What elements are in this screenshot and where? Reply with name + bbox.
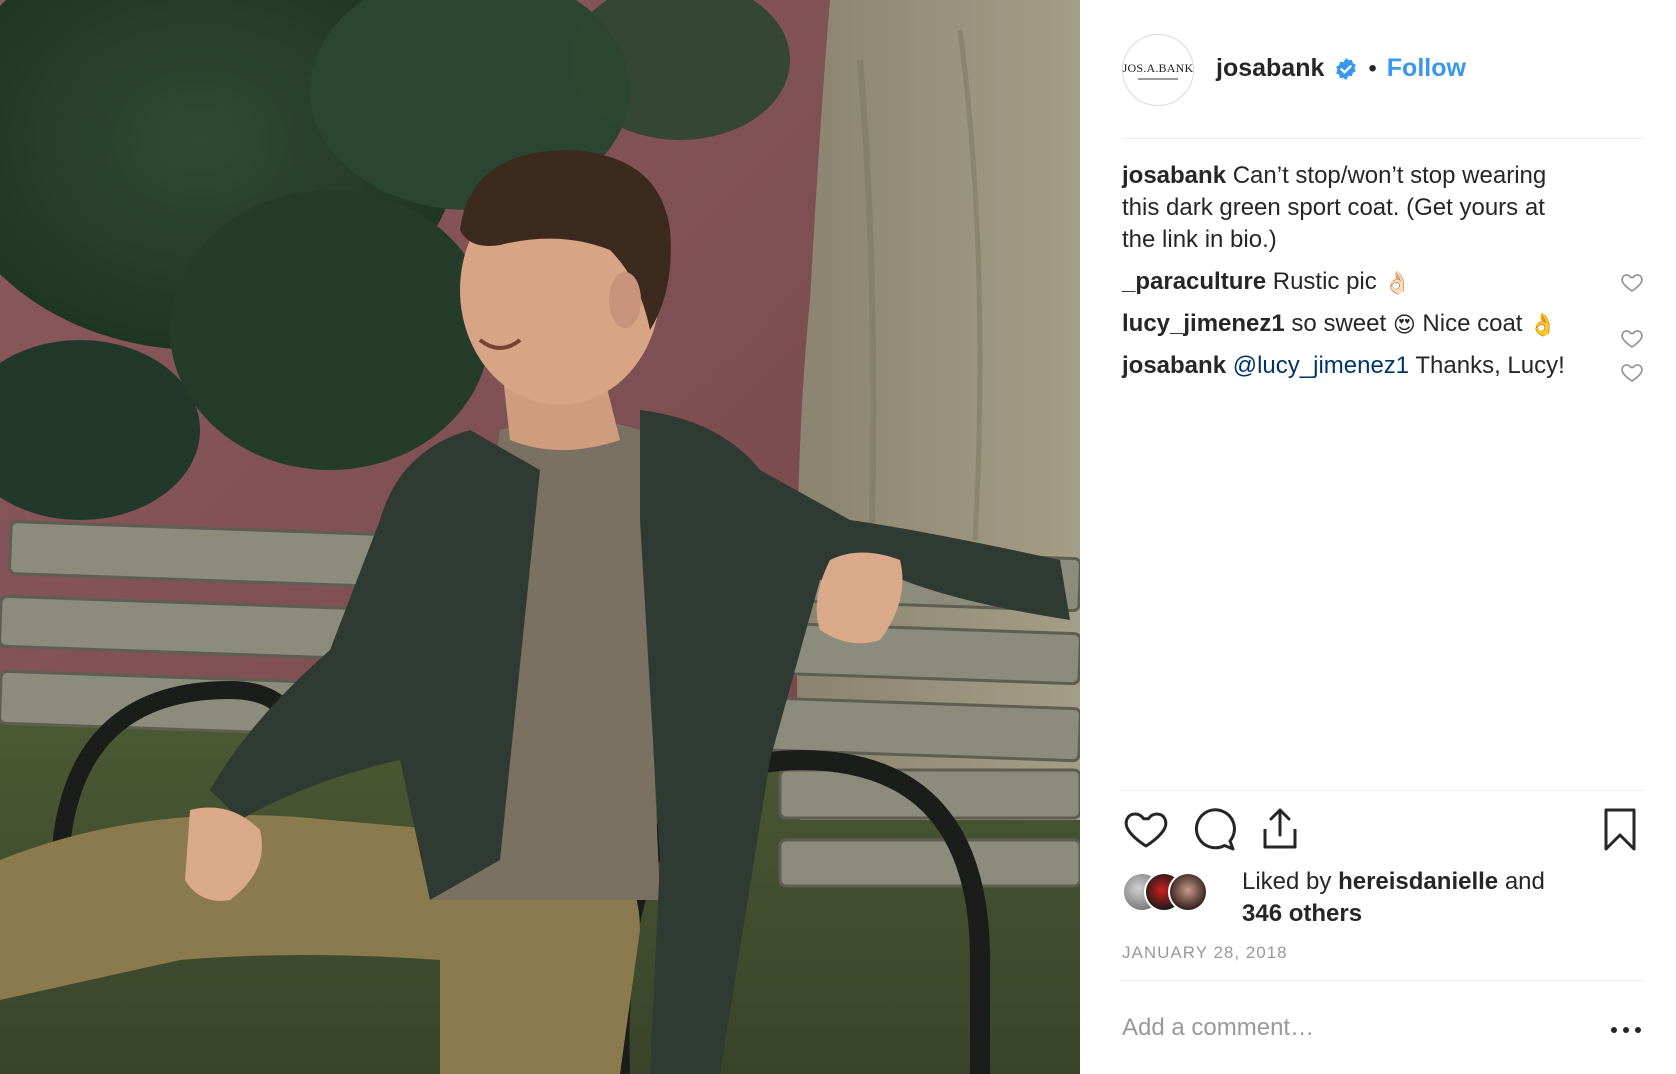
bookmark-icon[interactable] [1596,805,1644,853]
header-name-row: josabank • Follow [1216,54,1466,83]
liker-avatar[interactable] [1168,872,1208,912]
post-date[interactable]: JANUARY 28, 2018 [1122,943,1288,963]
comment-author[interactable]: _paraculture [1122,268,1266,295]
avatar-brand-tagline [1138,77,1178,80]
verified-badge-icon [1336,57,1357,80]
comment-text: so sweet [1291,310,1387,337]
ok-hand-emoji: 👌 [1529,311,1557,337]
comment-item: _paraculture Rustic pic 👌🏻 [1122,266,1644,298]
post-photo[interactable] [0,0,1080,1074]
header-divider [1122,138,1644,139]
comment-like-heart-icon[interactable] [1620,360,1644,384]
header-separator: • [1368,54,1377,82]
liked-by-user-link[interactable]: hereisdanielle [1338,868,1498,895]
liked-by-conj: and [1504,868,1545,895]
comment-text: Thanks, Lucy! [1415,352,1565,379]
share-icon[interactable] [1256,805,1304,853]
liked-by-others-link[interactable]: 346 others [1242,900,1362,927]
heart-eyes-emoji: 😍 [1392,311,1416,337]
comment-author[interactable]: josabank [1122,162,1226,189]
comment-author[interactable]: josabank [1122,352,1226,379]
caption: josabank Can’t stop/won’t stop wearing t… [1122,160,1644,256]
more-options-icon[interactable] [1608,1020,1644,1040]
liked-by-text: Liked by hereisdanielle and 346 others [1242,866,1545,930]
post-actions-bar [1122,805,1644,861]
ok-hand-emoji: 👌🏻 [1383,269,1411,295]
liked-by-prefix: Liked by [1242,868,1332,895]
post-side-panel: JOS.A.BANK josabank • Follow josabank Ca… [1080,0,1676,1074]
actions-divider [1122,790,1644,791]
liker-avatars[interactable] [1122,872,1228,912]
profile-avatar[interactable]: JOS.A.BANK [1122,34,1194,106]
comment-text-continued: Nice coat [1422,310,1523,337]
post-header: JOS.A.BANK josabank • Follow [1122,34,1644,140]
comment-item: lucy_jimenez1 so sweet 😍 Nice coat 👌 [1122,308,1644,348]
photo-illustration [0,0,1080,1074]
comment-mention-link[interactable]: @lucy_jimenez1 [1233,352,1409,379]
add-comment-input[interactable]: Add a comment… [1122,1014,1314,1042]
likes-summary: Liked by hereisdanielle and 346 others [1122,866,1644,930]
follow-button[interactable]: Follow [1387,54,1466,83]
heart-icon[interactable] [1122,805,1170,853]
username-link[interactable]: josabank [1216,54,1324,83]
comment-like-heart-icon[interactable] [1620,270,1644,294]
comment-icon[interactable] [1190,805,1238,853]
comment-box-divider [1122,980,1644,981]
comments-list: josabank Can’t stop/won’t stop wearing t… [1122,160,1644,392]
comment-author[interactable]: lucy_jimenez1 [1122,310,1285,337]
comment-like-heart-icon[interactable] [1620,326,1644,350]
avatar-brand-text: JOS.A.BANK [1122,60,1194,75]
comment-item: josabank @lucy_jimenez1 Thanks, Lucy! [1122,350,1644,382]
comment-text: Rustic pic [1272,268,1377,295]
